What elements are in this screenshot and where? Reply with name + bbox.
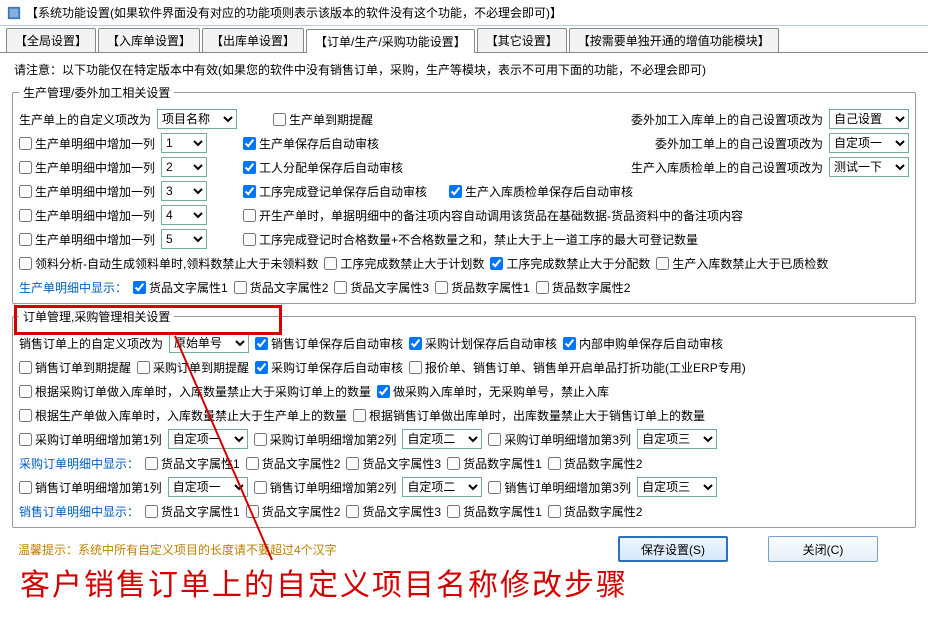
tab-addon-modules[interactable]: 【按需要单独开通的增值功能模块】 — [569, 28, 779, 52]
chk-so-detail-addcol2[interactable]: 销售订单明细增加第2列 — [254, 479, 397, 496]
chk-sale-save-autoaudit[interactable]: 销售订单保存后自动审核 — [255, 335, 403, 352]
select-prod-addcol-3[interactable]: 3 — [161, 181, 207, 201]
select-prod-addcol-5[interactable]: 5 — [161, 229, 207, 249]
chk-purchase-plan-autoaudit[interactable]: 采购计划保存后自动审核 — [409, 335, 557, 352]
select-prod-addcol-4[interactable]: 4 — [161, 205, 207, 225]
select-prodin-qc-custom[interactable]: 测试一下 — [829, 157, 909, 177]
chk-prod-addcol-4[interactable]: 生产单明细中增加一列 — [19, 207, 155, 224]
group-production-legend: 生产管理/委外加工相关设置 — [19, 84, 174, 101]
chk-prod-txtattr1[interactable]: 货品文字属性1 — [133, 279, 228, 296]
select-so-detail-addcol2[interactable]: 自定项二 — [402, 477, 482, 497]
chk-process-done-le-plan[interactable]: 工序完成数禁止大于计划数 — [324, 255, 484, 272]
group-order-purchase-legend: 订单管理,采购管理相关设置 — [19, 308, 174, 325]
label-prodin-qc-custom: 生产入库质检单上的自己设置项改为 — [631, 159, 823, 176]
prod-custom-label: 生产单上的自定义项改为 — [19, 111, 151, 128]
sale-custom-label: 销售订单上的自定义项改为 — [19, 335, 163, 352]
select-so-detail-addcol1[interactable]: 自定项一 — [168, 477, 248, 497]
window-title: 【系统功能设置(如果软件界面没有对应的功能项则表示该版本的软件没有这个功能，不必… — [26, 4, 562, 21]
chk-prodin-qc-autoaudit[interactable]: 生产入库质检单保存后自动审核 — [449, 183, 633, 200]
chk-po-detail-addcol1[interactable]: 采购订单明细增加第1列 — [19, 431, 162, 448]
tab-inbound[interactable]: 【入库单设置】 — [98, 28, 200, 52]
chk-quote-discount-industry[interactable]: 报价单、销售订单、销售单开启单品打折功能(工业ERP专用) — [409, 359, 746, 376]
chk-prod-addcol-5[interactable]: 生产单明细中增加一列 — [19, 231, 155, 248]
chk-prod-txtattr3[interactable]: 货品文字属性3 — [334, 279, 429, 296]
select-po-detail-addcol2[interactable]: 自定项二 — [402, 429, 482, 449]
chk-po-txtattr2[interactable]: 货品文字属性2 — [246, 455, 341, 472]
chk-prod-due-remind[interactable]: 生产单到期提醒 — [273, 111, 373, 128]
chk-purchase-due-remind[interactable]: 采购订单到期提醒 — [137, 359, 249, 376]
select-outsourcing-custom[interactable]: 自定项一 — [829, 133, 909, 153]
chk-po-txtattr1[interactable]: 货品文字属性1 — [145, 455, 240, 472]
tab-global[interactable]: 【全局设置】 — [6, 28, 96, 52]
annotation-text: 客户销售订单上的自定义项目名称修改步骤 — [20, 560, 628, 604]
chk-so-txtattr2[interactable]: 货品文字属性2 — [246, 503, 341, 520]
chk-so-numattr2[interactable]: 货品数字属性2 — [548, 503, 643, 520]
close-button[interactable]: 关闭(C) — [768, 536, 878, 562]
select-prod-addcol-2[interactable]: 2 — [161, 157, 207, 177]
page-notice: 请注意：以下功能仅在特定版本中有效(如果您的软件中没有销售订单，采购，生产等模块… — [14, 61, 918, 78]
select-outsourcing-inbound-custom[interactable]: 自己设置 — [829, 109, 909, 129]
chk-prod-numattr1[interactable]: 货品数字属性1 — [435, 279, 530, 296]
app-icon — [6, 5, 22, 21]
label-po-detail-show: 采购订单明细中显示： — [19, 455, 139, 472]
chk-po-detail-addcol2[interactable]: 采购订单明细增加第2列 — [254, 431, 397, 448]
chk-prod-inbound-qty-limit[interactable]: 根据生产单做入库单时，入库数量禁止大于生产单上的数量 — [19, 407, 347, 424]
chk-so-detail-addcol3[interactable]: 销售订单明细增加第3列 — [488, 479, 631, 496]
sale-custom-select[interactable]: 原始单号 — [169, 333, 249, 353]
chk-so-numattr1[interactable]: 货品数字属性1 — [447, 503, 542, 520]
label-outsourcing-custom: 委外加工单上的自己设置项改为 — [655, 135, 823, 152]
chk-so-detail-addcol1[interactable]: 销售订单明细增加第1列 — [19, 479, 162, 496]
label-outsourcing-inbound-custom: 委外加工入库单上的自己设置项改为 — [631, 111, 823, 128]
chk-so-txtattr1[interactable]: 货品文字属性1 — [145, 503, 240, 520]
select-po-detail-addcol1[interactable]: 自定项一 — [168, 429, 248, 449]
chk-process-qty-limit[interactable]: 工序完成登记时合格数量+不合格数量之和，禁止大于上一道工序的最大可登记数量 — [243, 231, 698, 248]
chk-prod-remark-autofill[interactable]: 开生产单时，单据明细中的备注项内容自动调用该货品在基础数据-货品资料中的备注项内… — [243, 207, 743, 224]
select-prod-addcol-1[interactable]: 1 — [161, 133, 207, 153]
chk-po-numattr2[interactable]: 货品数字属性2 — [548, 455, 643, 472]
chk-worker-assign-autoaudit[interactable]: 工人分配单保存后自动审核 — [243, 159, 403, 176]
chk-prod-txtattr2[interactable]: 货品文字属性2 — [234, 279, 329, 296]
chk-sale-outbound-qty-limit[interactable]: 根据销售订单做出库单时，出库数量禁止大于销售订单上的数量 — [353, 407, 705, 424]
chk-po-txtattr3[interactable]: 货品文字属性3 — [346, 455, 441, 472]
page-content: 请注意：以下功能仅在特定版本中有效(如果您的软件中没有销售订单，采购，生产等模块… — [0, 53, 928, 570]
chk-po-detail-addcol3[interactable]: 采购订单明细增加第3列 — [488, 431, 631, 448]
tab-other[interactable]: 【其它设置】 — [477, 28, 567, 52]
chk-sale-due-remind[interactable]: 销售订单到期提醒 — [19, 359, 131, 376]
chk-internal-req-autoaudit[interactable]: 内部申购单保存后自动审核 — [563, 335, 723, 352]
group-production: 生产管理/委外加工相关设置 生产单上的自定义项改为 项目名称 生产单到期提醒 委… — [12, 84, 916, 304]
label-prod-detail-show: 生产单明细中显示： — [19, 279, 127, 296]
chk-purchase-save-autoaudit[interactable]: 采购订单保存后自动审核 — [255, 359, 403, 376]
chk-purchase-inbound-require-po[interactable]: 做采购入库单时，无采购单号，禁止入库 — [377, 383, 609, 400]
tab-outbound[interactable]: 【出库单设置】 — [202, 28, 304, 52]
label-so-detail-show: 销售订单明细中显示： — [19, 503, 139, 520]
chk-prod-addcol-3[interactable]: 生产单明细中增加一列 — [19, 183, 155, 200]
chk-process-done-le-assign[interactable]: 工序完成数禁止大于分配数 — [490, 255, 650, 272]
chk-prod-numattr2[interactable]: 货品数字属性2 — [536, 279, 631, 296]
window-titlebar: 【系统功能设置(如果软件界面没有对应的功能项则表示该版本的软件没有这个功能，不必… — [0, 0, 928, 26]
tab-order-prod-purchase[interactable]: 【订单/生产/采购功能设置】 — [306, 29, 475, 53]
chk-purchase-inbound-qty-limit[interactable]: 根据采购订单做入库单时，入库数量禁止大于采购订单上的数量 — [19, 383, 371, 400]
chk-prod-save-autoaudit[interactable]: 生产单保存后自动审核 — [243, 135, 379, 152]
group-order-purchase: 订单管理,采购管理相关设置 销售订单上的自定义项改为 原始单号 销售订单保存后自… — [12, 308, 916, 528]
chk-po-numattr1[interactable]: 货品数字属性1 — [447, 455, 542, 472]
warm-hint: 温馨提示：系统中所有自定义项目的长度请不要超过4个汉字 — [18, 541, 337, 558]
chk-prod-addcol-1[interactable]: 生产单明细中增加一列 — [19, 135, 155, 152]
prod-custom-select[interactable]: 项目名称 — [157, 109, 237, 129]
select-po-detail-addcol3[interactable]: 自定项三 — [637, 429, 717, 449]
select-so-detail-addcol3[interactable]: 自定项三 — [637, 477, 717, 497]
chk-prod-addcol-2[interactable]: 生产单明细中增加一列 — [19, 159, 155, 176]
chk-process-complete-autoaudit[interactable]: 工序完成登记单保存后自动审核 — [243, 183, 427, 200]
chk-so-txtattr3[interactable]: 货品文字属性3 — [346, 503, 441, 520]
chk-prodin-le-qc[interactable]: 生产入库数禁止大于已质检数 — [656, 255, 828, 272]
save-button[interactable]: 保存设置(S) — [618, 536, 728, 562]
tab-strip: 【全局设置】 【入库单设置】 【出库单设置】 【订单/生产/采购功能设置】 【其… — [0, 26, 928, 52]
chk-material-pick-limit[interactable]: 领料分析-自动生成领料单时,领料数禁止大于未领料数 — [19, 255, 318, 272]
